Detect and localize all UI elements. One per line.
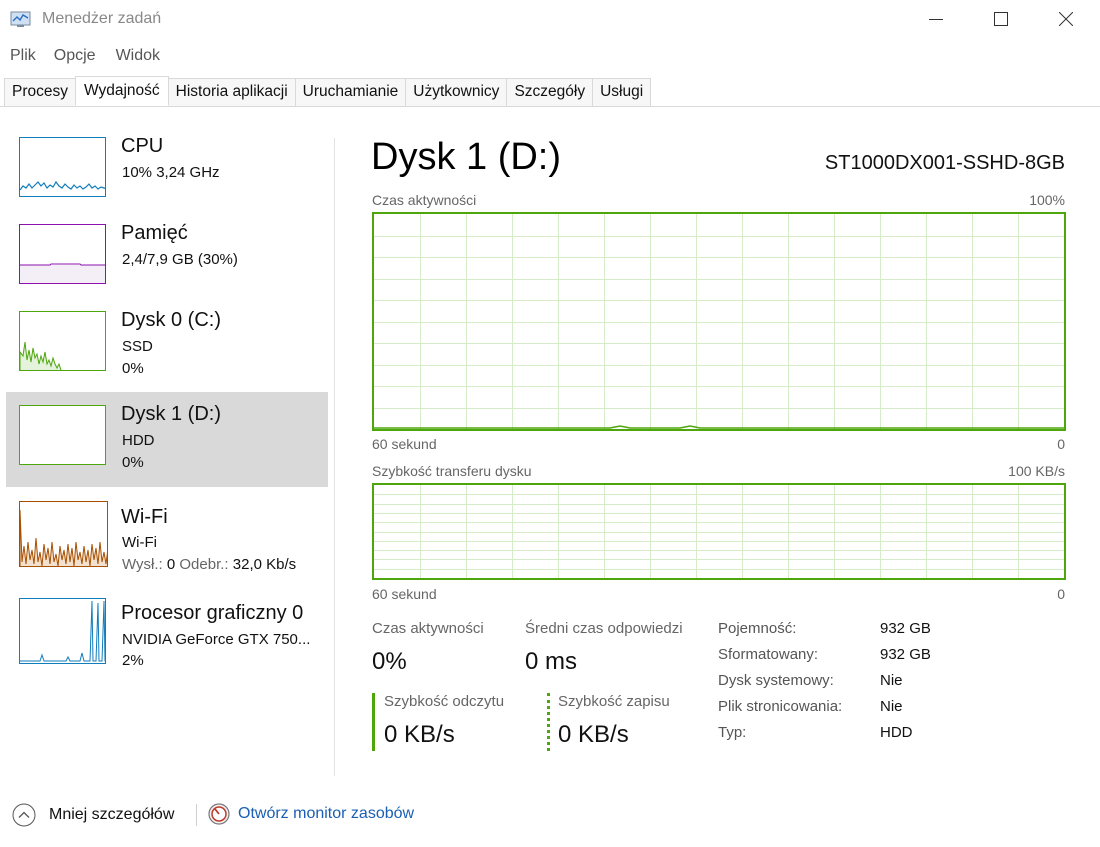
sidebar-item-title: Pamięć bbox=[121, 222, 188, 244]
formatted-value: 932 GB bbox=[880, 646, 931, 663]
menu-options[interactable]: Opcje bbox=[44, 44, 106, 68]
close-button[interactable] bbox=[1033, 0, 1099, 38]
tab-processes[interactable]: Procesy bbox=[4, 78, 76, 106]
transfer-rate-graph-max: 100 KB/s bbox=[1008, 463, 1065, 479]
wifi-thumbnail-graph bbox=[19, 501, 108, 567]
resource-monitor-link[interactable]: Otwórz monitor zasobów bbox=[208, 803, 414, 825]
title-bar: Menedżer zadań bbox=[0, 0, 1100, 38]
sidebar-item-detail: 2,4/7,9 GB (30%) bbox=[122, 251, 238, 268]
disk-1-thumbnail-graph bbox=[19, 405, 106, 465]
sidebar-item-title: Dysk 1 (D:) bbox=[121, 403, 221, 425]
sidebar-item-detail: HDD bbox=[122, 432, 155, 449]
active-time-value: 0% bbox=[372, 648, 407, 675]
tab-app-history[interactable]: Historia aplikacji bbox=[167, 78, 296, 106]
read-speed-indicator bbox=[372, 693, 375, 751]
capacity-label: Pojemność: bbox=[718, 620, 797, 637]
sidebar-item-usage: 0% bbox=[122, 454, 144, 471]
menu-file[interactable]: Plik bbox=[0, 44, 44, 68]
resource-monitor-label: Otwórz monitor zasobów bbox=[238, 805, 415, 822]
tab-bar: Procesy Wydajność Historia aplikacji Uru… bbox=[0, 76, 1100, 107]
sidebar-item-detail: NVIDIA GeForce GTX 750... bbox=[122, 631, 311, 648]
sidebar-item-gpu[interactable]: Procesor graficzny 0 NVIDIA GeForce GTX … bbox=[6, 590, 328, 685]
chevron-up-circle-icon bbox=[12, 803, 36, 827]
sidebar-item-detail: 10% 3,24 GHz bbox=[122, 164, 220, 181]
tab-performance[interactable]: Wydajność bbox=[75, 76, 169, 106]
page-file-value: Nie bbox=[880, 698, 903, 715]
sidebar-item-disk-0[interactable]: Dysk 0 (C:) SSD 0% bbox=[6, 304, 328, 399]
panel-divider bbox=[334, 138, 335, 776]
sidebar-item-usage: 2% bbox=[122, 652, 144, 669]
task-manager-icon bbox=[10, 11, 31, 27]
minimize-icon bbox=[929, 19, 943, 20]
type-label: Typ: bbox=[718, 724, 747, 741]
capacity-value: 932 GB bbox=[880, 620, 931, 637]
wifi-recv-label: Odebr.: bbox=[179, 556, 229, 573]
sidebar-item-wifi[interactable]: Wi-Fi Wi-Fi Wysł.: 0 Odebr.: 32,0 Kb/s bbox=[6, 492, 328, 587]
active-time-graph-time: 60 sekund bbox=[372, 436, 437, 452]
wifi-recv-value: 32,0 Kb/s bbox=[232, 556, 297, 573]
transfer-rate-graph-time: 60 sekund bbox=[372, 586, 437, 602]
read-speed-label: Szybkość odczytu bbox=[384, 693, 505, 710]
disk-0-thumbnail-graph bbox=[19, 311, 106, 371]
footer: Mniej szczegółów Otwórz monitor zasobów bbox=[0, 798, 1100, 832]
transfer-rate-graph bbox=[372, 483, 1066, 580]
write-speed-indicator bbox=[547, 693, 550, 751]
wifi-send-value: 0 bbox=[166, 556, 176, 573]
sidebar-item-detail: Wi-Fi bbox=[122, 534, 157, 551]
footer-divider bbox=[196, 804, 197, 826]
type-value: HDD bbox=[880, 724, 913, 741]
fewer-details-label: Mniej szczegółów bbox=[49, 806, 175, 823]
tab-services[interactable]: Usługi bbox=[592, 78, 652, 106]
menu-bar: Plik Opcje Widok bbox=[0, 44, 170, 68]
resource-list: CPU 10% 3,24 GHz Pamięć 2,4/7,9 GB (30%)… bbox=[0, 108, 334, 778]
close-icon bbox=[1059, 12, 1073, 26]
maximize-icon bbox=[994, 12, 1008, 26]
transfer-rate-graph-min: 0 bbox=[1057, 586, 1065, 602]
sidebar-item-title: Procesor graficzny 0 bbox=[121, 602, 304, 624]
system-disk-label: Dysk systemowy: bbox=[718, 672, 834, 689]
formatted-label: Sformatowany: bbox=[718, 646, 819, 663]
page-file-label: Plik stronicowania: bbox=[718, 698, 843, 715]
sidebar-item-title: CPU bbox=[121, 135, 164, 157]
disk-model: ST1000DX001-SSHD-8GB bbox=[824, 152, 1065, 174]
tab-users[interactable]: Użytkownicy bbox=[405, 78, 508, 106]
tab-details[interactable]: Szczegóły bbox=[506, 78, 594, 106]
system-disk-value: Nie bbox=[880, 672, 903, 689]
fewer-details-button[interactable]: Mniej szczegółów bbox=[12, 803, 174, 827]
window-title: Menedżer zadań bbox=[42, 10, 162, 27]
sidebar-item-detail: SSD bbox=[122, 338, 153, 355]
active-time-trace bbox=[374, 425, 1064, 429]
active-time-graph bbox=[372, 212, 1066, 431]
avg-response-value: 0 ms bbox=[525, 648, 578, 675]
page-title: Dysk 1 (D:) bbox=[371, 136, 561, 178]
minimize-button[interactable] bbox=[903, 0, 969, 38]
maximize-button[interactable] bbox=[968, 0, 1034, 38]
avg-response-label: Średni czas odpowiedzi bbox=[525, 620, 683, 637]
wifi-send-label: Wysł.: bbox=[122, 556, 163, 573]
sidebar-item-disk-1[interactable]: Dysk 1 (D:) HDD 0% bbox=[6, 392, 328, 487]
cpu-thumbnail-graph bbox=[19, 137, 106, 197]
active-time-graph-min: 0 bbox=[1057, 436, 1065, 452]
gpu-thumbnail-graph bbox=[19, 598, 106, 664]
sidebar-item-title: Wi-Fi bbox=[121, 506, 168, 528]
transfer-rate-graph-label: Szybkość transferu dysku bbox=[372, 463, 532, 479]
read-speed-value: 0 KB/s bbox=[384, 721, 455, 748]
menu-view[interactable]: Widok bbox=[106, 44, 170, 68]
sidebar-item-title: Dysk 0 (C:) bbox=[121, 309, 221, 331]
sidebar-item-memory[interactable]: Pamięć 2,4/7,9 GB (30%) bbox=[6, 217, 328, 312]
write-speed-label: Szybkość zapisu bbox=[558, 693, 670, 710]
active-time-graph-label: Czas aktywności bbox=[372, 192, 477, 208]
active-time-label: Czas aktywności bbox=[372, 620, 484, 637]
tab-startup[interactable]: Uruchamianie bbox=[294, 78, 407, 106]
resource-monitor-icon bbox=[208, 803, 230, 825]
memory-thumbnail-graph bbox=[19, 224, 106, 284]
write-speed-value: 0 KB/s bbox=[558, 721, 629, 748]
active-time-graph-max: 100% bbox=[1029, 192, 1065, 208]
sidebar-item-cpu[interactable]: CPU 10% 3,24 GHz bbox=[6, 130, 328, 225]
sidebar-item-usage: 0% bbox=[122, 360, 144, 377]
sidebar-item-throughput: Wysł.: 0 Odebr.: 32,0 Kb/s bbox=[122, 556, 296, 573]
